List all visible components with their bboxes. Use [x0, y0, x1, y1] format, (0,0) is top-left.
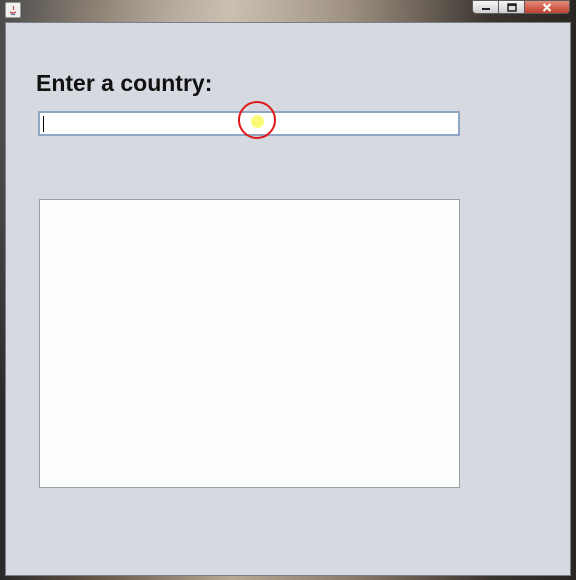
desktop-background: Enter a country:: [0, 0, 576, 580]
minimize-button[interactable]: [472, 0, 499, 14]
close-button[interactable]: [525, 0, 570, 14]
results-list[interactable]: [39, 199, 460, 488]
window-titlebar[interactable]: [0, 0, 576, 22]
maximize-button[interactable]: [499, 0, 525, 14]
country-prompt-label: Enter a country:: [36, 70, 213, 96]
java-icon[interactable]: [5, 2, 21, 18]
close-icon: [542, 2, 552, 12]
text-caret: [43, 116, 44, 132]
main-window: Enter a country:: [5, 22, 571, 576]
minimize-icon: [481, 8, 490, 10]
mouse-cursor-highlight: [251, 115, 264, 128]
maximize-icon: [506, 2, 517, 12]
window-controls: [472, 0, 570, 14]
